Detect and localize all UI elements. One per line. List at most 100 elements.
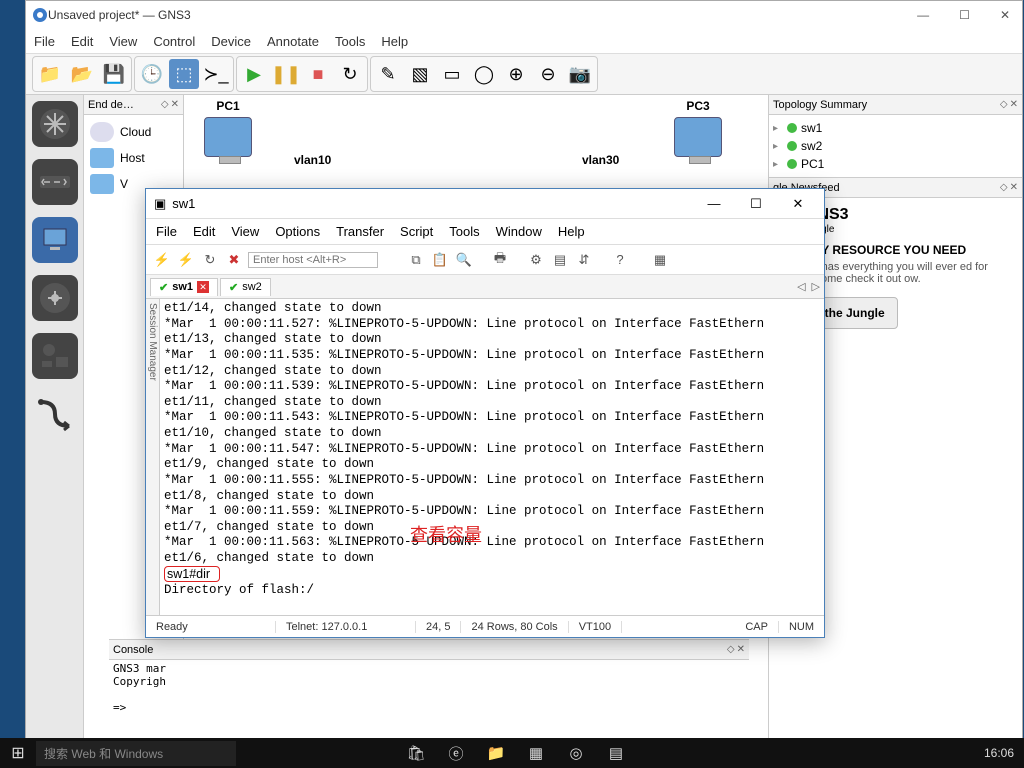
menu-edit[interactable]: Edit [71, 34, 93, 49]
device-item-cloud[interactable]: Cloud [88, 119, 179, 145]
image-icon[interactable]: ▧ [405, 59, 435, 89]
close-button[interactable]: ✕ [994, 6, 1016, 24]
taskbar-clock[interactable]: 16:06 [974, 746, 1024, 760]
console-icon[interactable]: ≻_ [201, 59, 231, 89]
taskbar-explorer-icon[interactable]: 📁 [476, 738, 516, 768]
menu-script[interactable]: Script [400, 224, 433, 239]
toggle-icon[interactable]: ⇵ [574, 250, 594, 270]
copy-icon[interactable]: ⧉ [406, 250, 426, 270]
tree-item-pc1[interactable]: ▸PC1 [773, 155, 1018, 173]
device-item-host[interactable]: Host [88, 145, 179, 171]
security-category-icon[interactable] [32, 275, 78, 321]
console-output[interactable]: GNS3 mar Copyrigh => [109, 660, 749, 716]
menu-tools[interactable]: Tools [335, 34, 365, 49]
menu-help[interactable]: Help [558, 224, 585, 239]
all-devices-category-icon[interactable] [32, 333, 78, 379]
tab-close-icon[interactable]: ✕ [197, 281, 209, 293]
reload-icon[interactable]: ↻ [335, 59, 365, 89]
tab-next-icon[interactable]: ▷ [812, 280, 820, 293]
taskbar-app3-icon[interactable]: ▤ [596, 738, 636, 768]
settings-icon[interactable]: ⚙ [526, 250, 546, 270]
switch-category-icon[interactable] [32, 159, 78, 205]
disconnect-icon[interactable]: ✖ [224, 250, 244, 270]
rect-icon[interactable]: ▭ [437, 59, 467, 89]
menu-window[interactable]: Window [496, 224, 542, 239]
snapshot-icon[interactable]: 🕒 [137, 59, 167, 89]
minimize-button[interactable]: — [696, 193, 732, 215]
open-folder-icon[interactable]: 📁 [35, 59, 65, 89]
tile-icon[interactable]: ▦ [650, 250, 670, 270]
screenshot-icon[interactable]: 📷 [565, 59, 595, 89]
tab-sw2[interactable]: ✔ sw2 [220, 278, 271, 296]
menu-help[interactable]: Help [381, 34, 408, 49]
start-button[interactable]: ⊞ [0, 738, 36, 768]
console-header[interactable]: Console ◇✕ [109, 640, 749, 660]
menu-transfer[interactable]: Transfer [336, 224, 384, 239]
taskbar-app-icon[interactable]: ▦ [516, 738, 556, 768]
menu-options[interactable]: Options [275, 224, 320, 239]
tab-sw1[interactable]: ✔ sw1 ✕ [150, 278, 218, 296]
close-button[interactable]: ✕ [780, 193, 816, 215]
quick-connect-icon[interactable]: ⚡ [176, 250, 196, 270]
check-icon: ✔ [229, 281, 238, 294]
sessions-icon[interactable]: ▤ [550, 250, 570, 270]
open-folder-2-icon[interactable]: 📂 [67, 59, 97, 89]
find-icon[interactable]: 🔍 [454, 250, 474, 270]
node-pc3[interactable]: PC3 [674, 99, 722, 157]
menu-tools[interactable]: Tools [449, 224, 479, 239]
menu-device[interactable]: Device [211, 34, 251, 49]
save-icon[interactable]: 💾 [99, 59, 129, 89]
stop-icon[interactable]: ■ [303, 59, 333, 89]
taskbar-store-icon[interactable]: 🛍 [396, 738, 436, 768]
terminal-output[interactable]: et1/14, changed state to down *Mar 1 00:… [160, 299, 824, 615]
panel-undock-icon[interactable]: ◇ [727, 644, 735, 655]
minimize-button[interactable]: — [911, 6, 935, 24]
panel-undock-icon[interactable]: ◇ [161, 99, 169, 110]
taskbar-search[interactable]: 搜索 Web 和 Windows [36, 741, 236, 766]
grid-icon[interactable]: ⬚ [169, 59, 199, 89]
panel-close-icon[interactable]: ✕ [171, 99, 179, 110]
session-manager-tab[interactable]: Session Manager [146, 299, 160, 615]
node-pc1[interactable]: PC1 [204, 99, 252, 157]
maximize-button[interactable]: ☐ [953, 6, 976, 24]
annotate-icon[interactable]: ✎ [373, 59, 403, 89]
panel-close-icon[interactable]: ✕ [737, 644, 745, 655]
panel-undock-icon[interactable]: ◇ [1000, 99, 1008, 110]
tree-item-sw2[interactable]: ▸sw2 [773, 137, 1018, 155]
sw1-titlebar[interactable]: ▣ sw1 — ☐ ✕ [146, 189, 824, 219]
link-tool-icon[interactable] [32, 391, 78, 437]
print-icon[interactable]: 🖶 [490, 250, 510, 270]
menu-view[interactable]: View [109, 34, 137, 49]
host-input[interactable] [248, 252, 378, 268]
gns3-titlebar[interactable]: Unsaved project* — GNS3 — ☐ ✕ [26, 1, 1022, 29]
menu-view[interactable]: View [231, 224, 259, 239]
router-category-icon[interactable] [32, 101, 78, 147]
help-icon[interactable]: ? [610, 250, 630, 270]
maximize-button[interactable]: ☐ [738, 193, 774, 215]
devices-panel-header[interactable]: End de… ◇✕ [84, 95, 183, 115]
menu-control[interactable]: Control [153, 34, 195, 49]
play-icon[interactable]: ▶ [239, 59, 269, 89]
taskbar-app2-icon[interactable]: ◎ [556, 738, 596, 768]
reconnect-icon[interactable]: ↻ [200, 250, 220, 270]
panel-close-icon[interactable]: ✕ [1010, 99, 1018, 110]
tab-prev-icon[interactable]: ◁ [797, 280, 805, 293]
panel-undock-icon[interactable]: ◇ [1000, 182, 1008, 193]
menu-file[interactable]: File [156, 224, 177, 239]
end-devices-category-icon[interactable] [32, 217, 78, 263]
annotation-text: 查看容量 [410, 524, 482, 547]
zoom-out-icon[interactable]: ⊖ [533, 59, 563, 89]
menu-annotate[interactable]: Annotate [267, 34, 319, 49]
paste-icon[interactable]: 📋 [430, 250, 450, 270]
pause-icon[interactable]: ❚❚ [271, 59, 301, 89]
menu-file[interactable]: File [34, 34, 55, 49]
connect-icon[interactable]: ⚡ [152, 250, 172, 270]
zoom-in-icon[interactable]: ⊕ [501, 59, 531, 89]
menu-edit[interactable]: Edit [193, 224, 215, 239]
sw1-terminal-window: ▣ sw1 — ☐ ✕ File Edit View Options Trans… [145, 188, 825, 638]
panel-close-icon[interactable]: ✕ [1010, 182, 1018, 193]
taskbar-edge-icon[interactable]: ⓔ [436, 738, 476, 768]
ellipse-icon[interactable]: ◯ [469, 59, 499, 89]
tree-item-sw1[interactable]: ▸sw1 [773, 119, 1018, 137]
topology-summary-header[interactable]: Topology Summary ◇✕ [769, 95, 1022, 115]
